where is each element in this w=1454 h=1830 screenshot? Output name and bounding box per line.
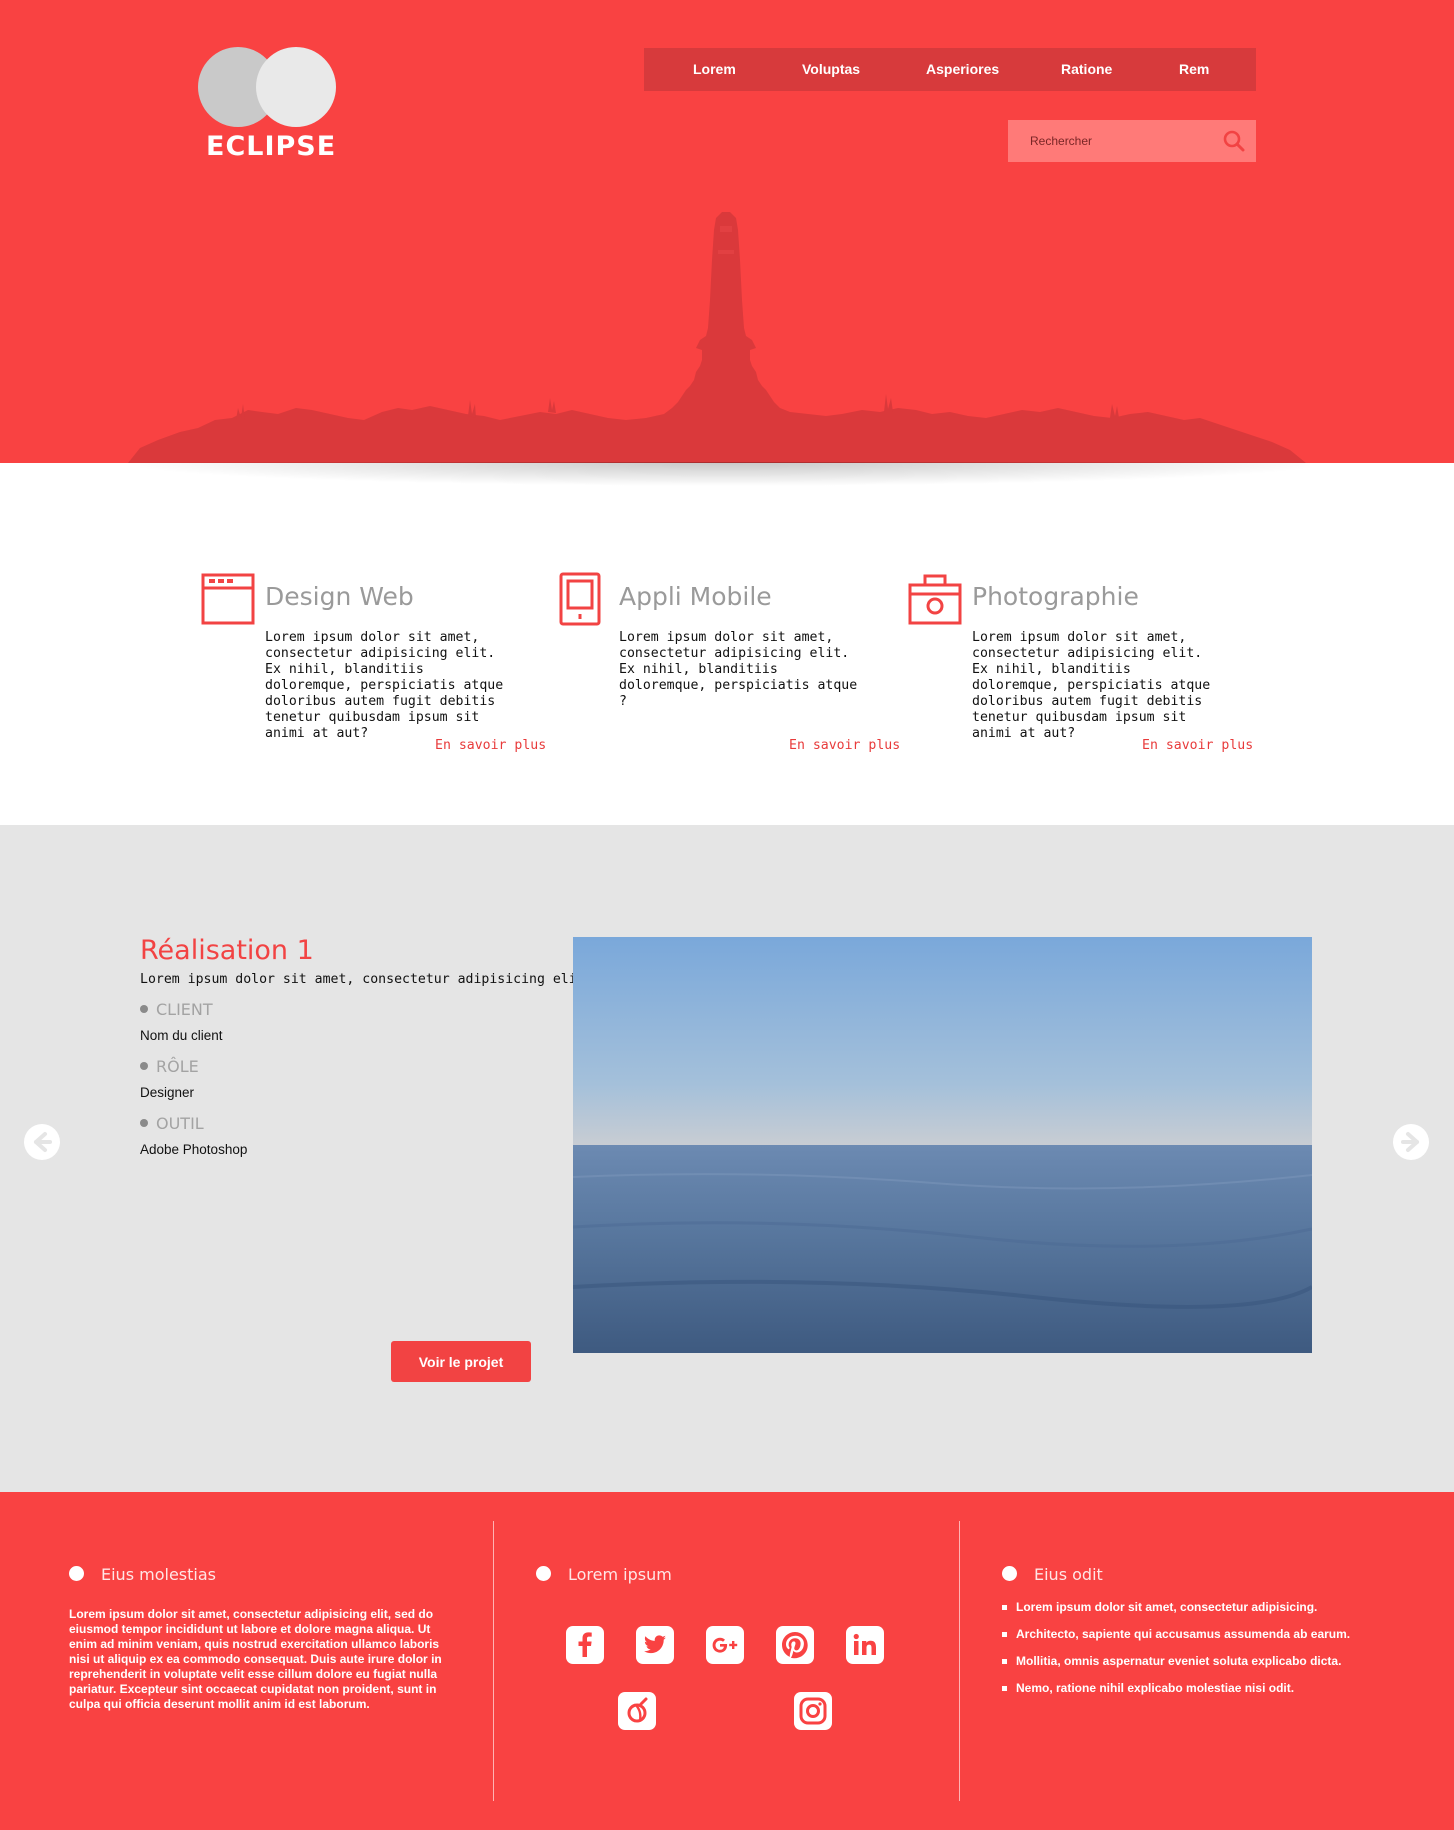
list-item: Nemo, ratione nihil explicabo molestiae … <box>1002 1681 1350 1696</box>
arrow-right-icon[interactable] <box>1392 1123 1430 1161</box>
nav-item-lorem[interactable]: Lorem <box>693 48 736 91</box>
service-description: Lorem ipsum dolor sit amet, consectetur … <box>972 630 1211 741</box>
nav-item-voluptas[interactable]: Voluptas <box>802 48 860 91</box>
search-icon[interactable] <box>1222 129 1246 153</box>
tool-value: Adobe Photoshop <box>140 1142 248 1157</box>
page: ECLIPSE Lorem Voluptas Asperiores Ration… <box>0 0 1454 1830</box>
client-label: CLIENT <box>140 1000 213 1019</box>
dribbble-icon[interactable] <box>618 1692 656 1730</box>
logo-circle-right <box>256 47 336 127</box>
bullet-dot <box>69 1566 84 1581</box>
footer-divider <box>959 1521 960 1801</box>
bullet-dot <box>140 1118 148 1127</box>
bullet-dot <box>140 1061 148 1070</box>
footer-col3-list: Lorem ipsum dolor sit amet, consectetur … <box>1002 1600 1350 1708</box>
nav-item-ratione[interactable]: Ratione <box>1061 48 1112 91</box>
service-description: Lorem ipsum dolor sit amet, consectetur … <box>265 630 504 741</box>
bullet-dot <box>536 1566 551 1581</box>
site-footer: Eius molestias Lorem ipsum dolor sit ame… <box>0 1492 1454 1830</box>
list-item: Architecto, sapiente qui accusamus assum… <box>1002 1627 1350 1642</box>
twitter-icon[interactable] <box>636 1626 674 1664</box>
learn-more-link[interactable]: En savoir plus <box>1142 738 1253 753</box>
browser-window-icon <box>201 573 255 625</box>
list-item: Mollitia, omnis aspernatur eveniet solut… <box>1002 1654 1350 1669</box>
header-shadow <box>140 462 1310 502</box>
footer-divider <box>493 1521 494 1801</box>
arrow-left-icon[interactable] <box>23 1123 61 1161</box>
search-input[interactable] <box>1008 120 1213 162</box>
bullet-dot <box>140 1004 148 1013</box>
footer-col1-title: Eius molestias <box>101 1565 216 1584</box>
role-value: Designer <box>140 1085 195 1100</box>
footer-col3-heading: Eius odit <box>1002 1565 1103 1584</box>
eclipse-logo[interactable]: ECLIPSE <box>198 47 338 162</box>
pinterest-icon[interactable] <box>776 1626 814 1664</box>
logo-text: ECLIPSE <box>206 131 337 162</box>
project-subtitle: Lorem ipsum dolor sit amet, consectetur … <box>140 972 593 987</box>
view-project-button[interactable]: Voir le projet <box>391 1341 531 1382</box>
tool-label: OUTIL <box>140 1114 204 1133</box>
footer-col2-heading: Lorem ipsum <box>536 1565 672 1584</box>
client-value: Nom du client <box>140 1028 223 1043</box>
learn-more-link[interactable]: En savoir plus <box>435 738 546 753</box>
service-description: Lorem ipsum dolor sit amet, consectetur … <box>619 630 858 709</box>
client-label-text: CLIENT <box>156 1000 213 1019</box>
role-label: RÔLE <box>140 1057 199 1076</box>
mobile-phone-icon <box>559 572 601 626</box>
list-item: Lorem ipsum dolor sit amet, consectetur … <box>1002 1600 1350 1615</box>
nav-item-asperiores[interactable]: Asperiores <box>926 48 999 91</box>
tool-label-text: OUTIL <box>156 1114 204 1133</box>
bullet-dot <box>1002 1566 1017 1581</box>
footer-col1-heading: Eius molestias <box>69 1565 216 1584</box>
service-title: Design Web <box>265 582 414 611</box>
service-title: Appli Mobile <box>619 582 772 611</box>
search-box <box>1008 120 1256 162</box>
google-plus-icon[interactable] <box>706 1626 744 1664</box>
learn-more-link[interactable]: En savoir plus <box>789 738 900 753</box>
nav-item-rem[interactable]: Rem <box>1179 48 1209 91</box>
footer-col3-title: Eius odit <box>1034 1565 1103 1584</box>
main-nav: Lorem Voluptas Asperiores Ratione Rem <box>644 48 1256 91</box>
site-header: ECLIPSE Lorem Voluptas Asperiores Ration… <box>0 0 1454 463</box>
footer-col1-text: Lorem ipsum dolor sit amet, consectetur … <box>69 1607 442 1711</box>
facebook-icon[interactable] <box>566 1626 604 1664</box>
footer-col2-title: Lorem ipsum <box>568 1565 672 1584</box>
instagram-icon[interactable] <box>794 1692 832 1730</box>
linkedin-icon[interactable] <box>846 1626 884 1664</box>
service-title: Photographie <box>972 582 1139 611</box>
portfolio-carousel: Réalisation 1 Lorem ipsum dolor sit amet… <box>0 825 1454 1492</box>
role-label-text: RÔLE <box>156 1057 199 1076</box>
camera-icon <box>908 574 962 625</box>
project-image-sea <box>573 937 1312 1353</box>
project-title: Réalisation 1 <box>140 935 314 966</box>
